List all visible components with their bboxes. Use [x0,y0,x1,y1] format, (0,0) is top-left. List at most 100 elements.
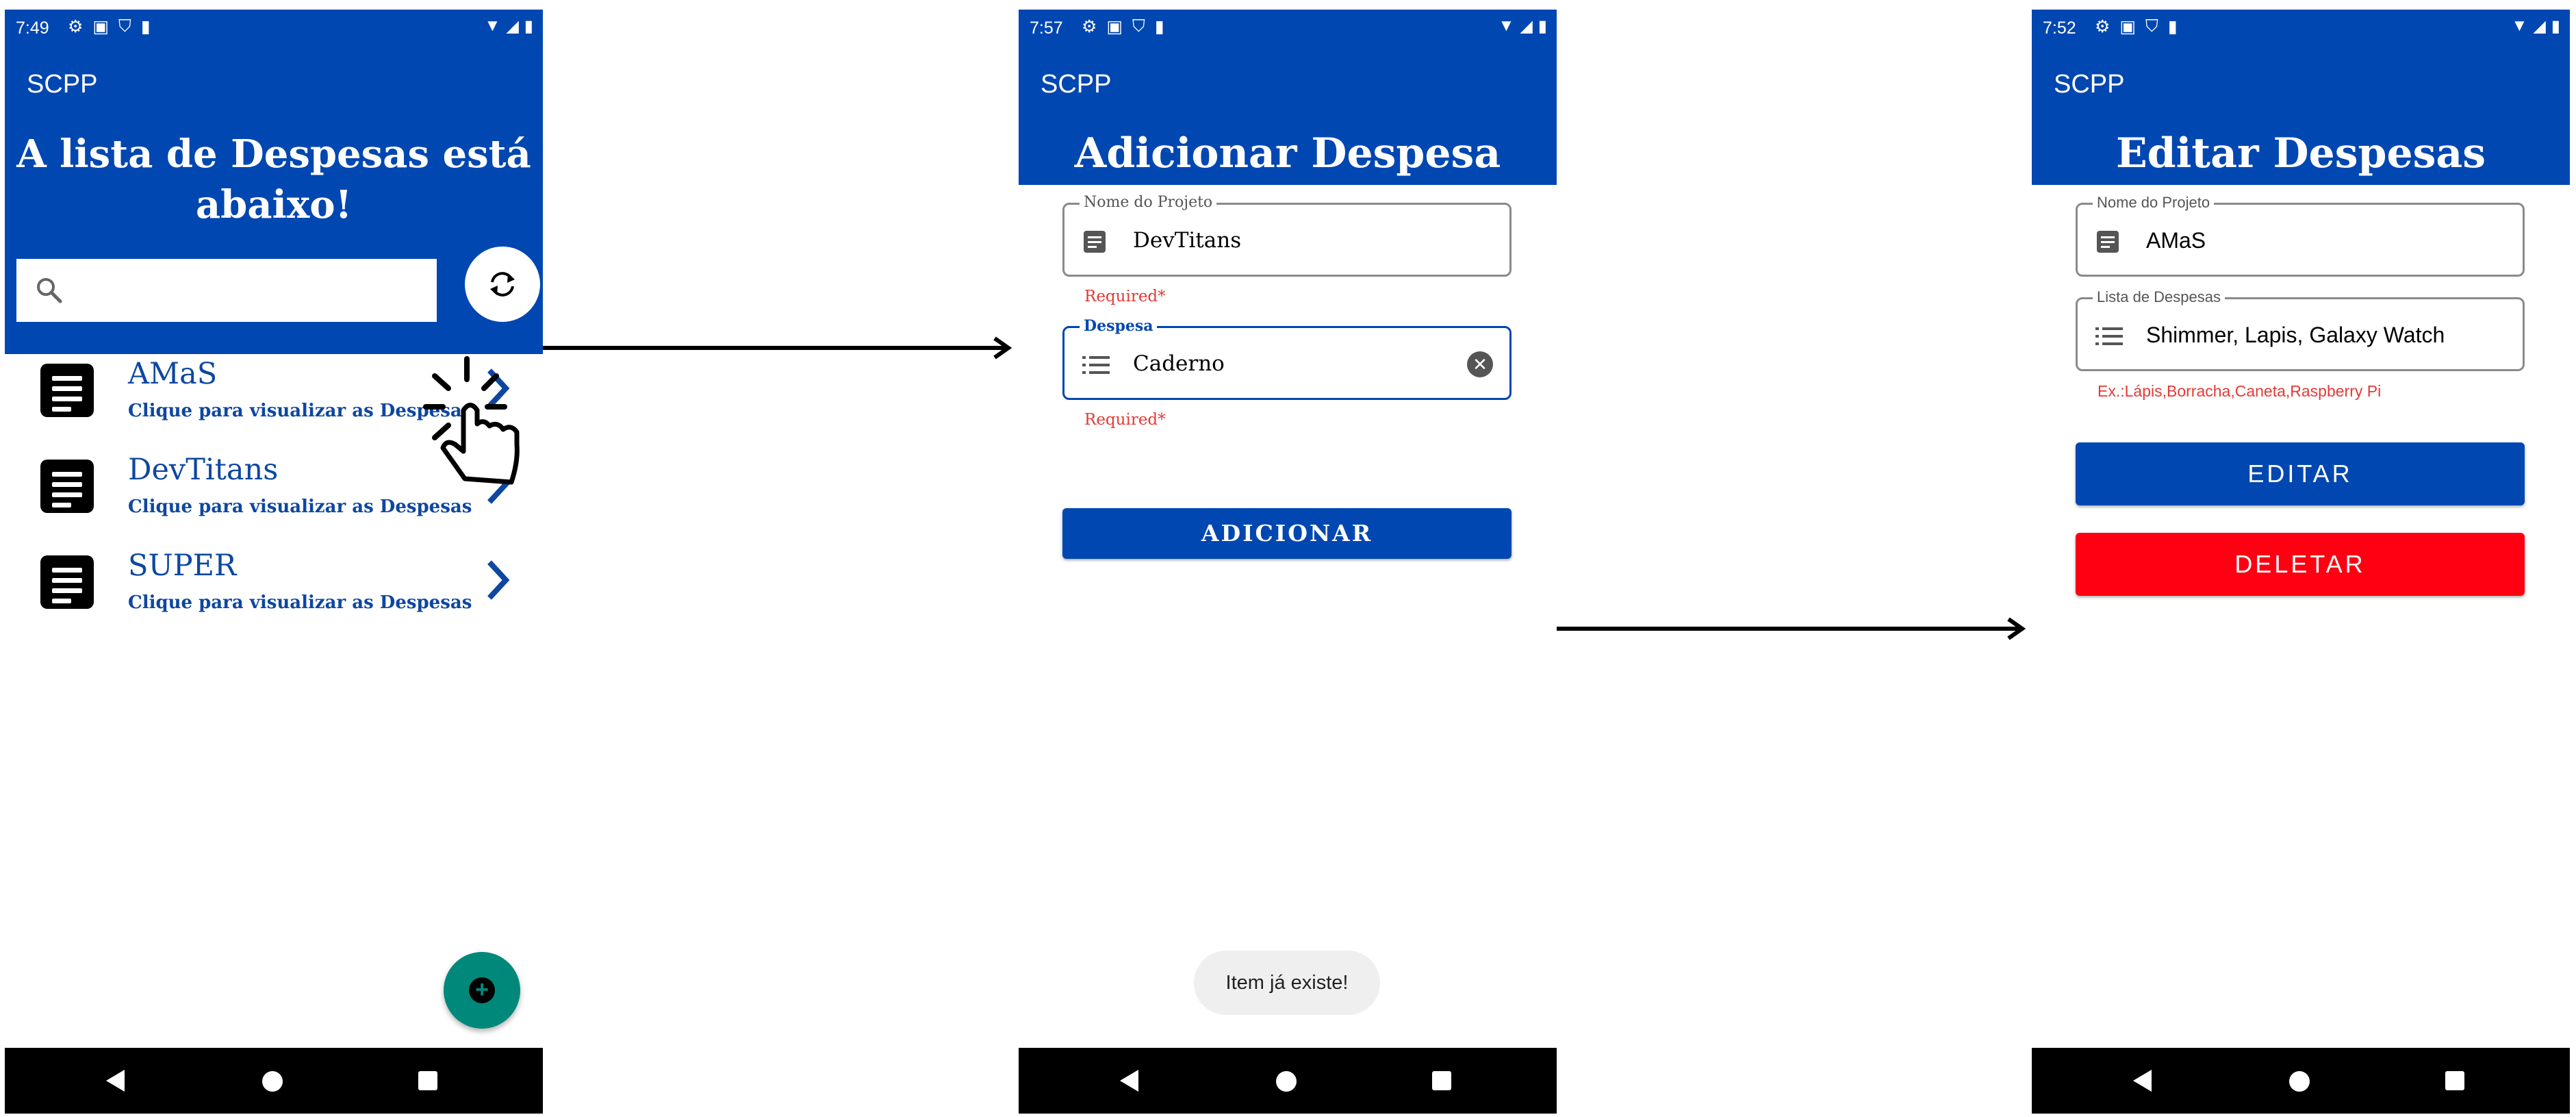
shield-icon: ⛉ [2145,16,2158,36]
flow-arrow-2 [1557,617,2026,640]
signal-icon: ◢ [506,17,519,36]
shield-icon: ⛉ [118,16,131,36]
notification-icons: ⚙ ▣ ⛉ ▮ [1082,16,1164,37]
document-icon [40,364,94,417]
project-name-field[interactable]: Nome do Projeto AMaS [2076,194,2525,277]
list-icon [1082,356,1110,374]
edit-button[interactable]: EDITAR [2076,442,2525,505]
shield-icon: ⛉ [1132,16,1145,36]
page-title-line1: A lista de Despesas está [16,131,531,177]
app-icon: ▣ [1106,17,1123,36]
field-value: AMaS [2146,228,2206,253]
recents-icon[interactable] [418,1071,437,1090]
signal-icon: ◢ [2533,17,2546,36]
app-header: SCPP Adicionar Despesa [1019,47,1557,185]
app-title: SCPP [2054,70,2125,99]
expense-error-text: Required* [1084,411,1166,429]
screen-edit-expenses: 7:52 ⚙ ▣ ⛉ ▮ ▼ ◢ ▮ SCPP Editar Despesas Nome … [2032,10,2570,1114]
sd-card-icon: ▮ [2167,17,2178,36]
system-nav-bar [2032,1048,2570,1114]
item-subtitle: Clique para visualizar as Despesas [128,497,472,517]
recents-icon[interactable] [2445,1071,2464,1090]
back-icon[interactable] [106,1070,125,1092]
gear-icon: ⚙ [2095,17,2110,36]
delete-button[interactable]: DELETAR [2076,533,2525,596]
wifi-icon: ▼ [2511,16,2528,35]
item-title: AMaS [128,357,218,391]
system-nav-bar [5,1048,543,1114]
status-bar: 7:57 ⚙ ▣ ⛉ ▮ ▼ ◢ ▮ [1019,10,1557,47]
field-label: Lista de Despesas [2093,288,2225,306]
back-icon[interactable] [2133,1070,2152,1092]
recents-icon[interactable] [1432,1071,1451,1090]
document-icon [40,460,94,513]
refresh-button[interactable] [465,247,540,322]
search-input[interactable] [16,259,437,322]
item-subtitle: Clique para visualizar as Despesas [128,592,472,613]
status-time: 7:57 [1030,18,1063,38]
gear-icon: ⚙ [68,17,84,36]
list-icon [2095,327,2123,345]
system-icons: ▼ ◢ ▮ [1499,16,1547,36]
screen-expense-list: 7:49 ⚙ ▣ ⛉ ▮ ▼ ◢ ▮ SCPP A lista de Despesas e… [5,10,543,1114]
add-circle-icon: + [469,977,495,1003]
sync-icon [490,272,515,297]
app-title: SCPP [1041,70,1112,99]
list-item[interactable]: SUPER Clique para visualizar as Despesas [5,538,543,627]
expense-field[interactable]: Despesa Caderno ✕ [1062,317,1512,400]
sd-card-icon: ▮ [1154,17,1164,36]
notification-icons: ⚙ ▣ ⛉ ▮ [2095,16,2178,37]
battery-icon: ▮ [2551,17,2560,36]
search-icon [37,278,62,303]
system-icons: ▼ ◢ ▮ [2512,16,2560,36]
project-error-text: Required* [1084,288,1166,305]
app-icon: ▣ [2119,17,2137,36]
helper-text: Ex.:Lápis,Borracha,Caneta,Raspberry Pi [2097,382,2382,400]
battery-icon: ▮ [1538,17,1547,36]
screen-add-expense: 7:57 ⚙ ▣ ⛉ ▮ ▼ ◢ ▮ SCPP Adicionar Despesa Nom… [1019,10,1557,1114]
app-icon: ▣ [92,17,110,36]
field-value: Shimmer, Lapis, Galaxy Watch [2146,323,2445,347]
status-time: 7:49 [16,18,49,38]
wifi-icon: ▼ [484,16,501,35]
back-icon[interactable] [1120,1070,1138,1092]
notification-icons: ⚙ ▣ ⛉ ▮ [68,16,151,37]
home-icon[interactable] [1276,1071,1297,1092]
page-title: A lista de Despesas está abaixo! [5,129,543,230]
app-header: SCPP Editar Despesas [2032,47,2570,185]
item-title: DevTitans [128,453,279,487]
status-bar: 7:49 ⚙ ▣ ⛉ ▮ ▼ ◢ ▮ [5,10,543,47]
document-icon [2097,231,2119,253]
page-title: Editar Despesas [2115,129,2486,177]
toast-message: Item já existe! [1194,951,1380,1015]
add-button[interactable]: + [444,952,520,1029]
field-value: Caderno [1133,351,1225,376]
system-icons: ▼ ◢ ▮ [485,16,533,36]
page-title-line2: abaixo! [195,182,353,227]
flow-arrow-1 [543,336,1012,360]
tap-hand-icon [423,356,520,485]
chevron-right-icon [487,560,510,600]
field-value: DevTitans [1133,228,1242,253]
home-icon[interactable] [2289,1071,2310,1092]
item-title: SUPER [128,549,237,583]
sd-card-icon: ▮ [140,17,151,36]
clear-icon[interactable]: ✕ [1467,351,1493,377]
page-title: Adicionar Despesa [1074,129,1501,177]
add-expense-button[interactable]: ADICIONAR [1062,508,1512,559]
app-title: SCPP [27,70,98,99]
signal-icon: ◢ [1520,17,1533,36]
home-icon[interactable] [262,1071,283,1092]
project-name-field[interactable]: Nome do Projeto DevTitans [1062,194,1512,277]
gear-icon: ⚙ [1082,17,1097,36]
field-label: Nome do Projeto [1080,194,1217,211]
field-label: Nome do Projeto [2093,194,2215,212]
expense-list-field[interactable]: Lista de Despesas Shimmer, Lapis, Galaxy… [2076,288,2525,371]
wifi-icon: ▼ [1498,16,1515,35]
document-icon [1084,231,1106,253]
system-nav-bar [1019,1048,1557,1114]
status-time: 7:52 [2043,18,2076,38]
battery-icon: ▮ [524,17,533,36]
document-icon [40,555,94,609]
status-bar: 7:52 ⚙ ▣ ⛉ ▮ ▼ ◢ ▮ [2032,10,2570,47]
